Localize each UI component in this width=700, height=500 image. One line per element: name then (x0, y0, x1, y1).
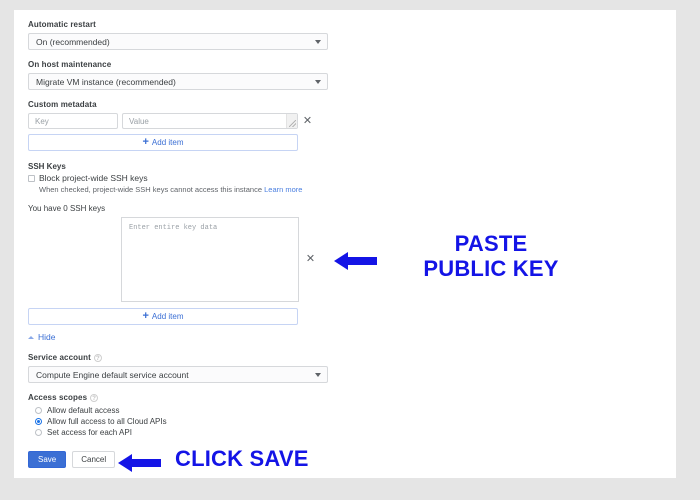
paste-key-line-1: PASTE (454, 231, 528, 256)
service-account-select[interactable]: Compute Engine default service account (28, 366, 328, 383)
service-account-field: Service account ? Compute Engine default… (28, 353, 328, 383)
block-ssh-keys-checkbox[interactable] (28, 175, 35, 182)
remove-ssh-key-button[interactable]: ✕ (305, 252, 316, 268)
access-scopes-section: Access scopes ? Allow default access All… (28, 393, 328, 437)
hide-label: Hide (38, 332, 56, 342)
metadata-key-placeholder: Key (35, 116, 49, 126)
on-host-maintenance-value: Migrate VM instance (recommended) (36, 76, 176, 87)
service-account-label-row: Service account ? (28, 353, 328, 362)
access-scopes-label: Access scopes (28, 393, 88, 402)
ssh-key-textarea[interactable]: Enter entire key data (121, 217, 299, 302)
automatic-restart-field: Automatic restart On (recommended) (28, 20, 328, 50)
block-ssh-keys-label: Block project-wide SSH keys (39, 173, 148, 183)
arrow-head (118, 454, 132, 472)
metadata-value-wrap: Value (122, 113, 298, 129)
radio-button[interactable] (35, 407, 42, 414)
metadata-value-placeholder: Value (129, 116, 149, 126)
ssh-keys-count: You have 0 SSH keys (28, 204, 328, 213)
access-scope-option-default[interactable]: Allow default access (28, 406, 328, 415)
service-account-label: Service account (28, 353, 91, 362)
custom-metadata-section: Custom metadata Key Value ✕ + Add item (28, 100, 328, 151)
arrow-head (334, 252, 348, 270)
plus-icon: + (142, 309, 149, 322)
access-scope-label: Allow full access to all Cloud APIs (47, 417, 167, 426)
arrow-shaft (131, 459, 161, 467)
paste-key-arrow-icon (334, 252, 377, 270)
vm-settings-form: Automatic restart On (recommended) On ho… (28, 20, 328, 468)
metadata-key-input[interactable]: Key (28, 113, 118, 129)
add-ssh-key-button[interactable]: + Add item (28, 308, 298, 325)
paste-public-key-annotation: PASTE PUBLIC KEY (388, 231, 594, 281)
paste-key-line-2: PUBLIC KEY (423, 256, 559, 281)
ssh-key-entry-row: Enter entire key data ✕ (28, 217, 328, 302)
learn-more-link[interactable]: Learn more (264, 185, 302, 194)
automatic-restart-label: Automatic restart (28, 20, 96, 29)
custom-metadata-label: Custom metadata (28, 100, 97, 109)
help-icon[interactable]: ? (90, 393, 99, 402)
plus-icon: + (142, 135, 149, 148)
chevron-up-icon (28, 335, 34, 339)
click-save-arrow-icon (118, 454, 161, 472)
chevron-down-icon (315, 39, 321, 44)
access-scope-option-full[interactable]: Allow full access to all Cloud APIs (28, 417, 328, 426)
hide-ssh-keys-button[interactable]: Hide (28, 332, 328, 342)
save-button[interactable]: Save (28, 451, 67, 468)
radio-button[interactable] (35, 429, 42, 436)
help-icon[interactable]: ? (93, 353, 102, 362)
automatic-restart-value: On (recommended) (36, 36, 110, 47)
resize-handle-icon[interactable] (286, 114, 297, 128)
click-save-annotation: CLICK SAVE (175, 446, 309, 471)
access-scope-option-each-api[interactable]: Set access for each API (28, 428, 328, 437)
on-host-maintenance-field: On host maintenance Migrate VM instance … (28, 60, 328, 90)
radio-button-selected[interactable] (35, 418, 42, 425)
on-host-maintenance-label: On host maintenance (28, 60, 112, 69)
block-ssh-keys-row[interactable]: Block project-wide SSH keys (28, 173, 328, 183)
ssh-keys-helper-copy: When checked, project-wide SSH keys cann… (39, 185, 263, 194)
add-metadata-item-button[interactable]: + Add item (28, 134, 298, 151)
ssh-keys-title: SSH Keys (28, 162, 66, 171)
access-scopes-label-row: Access scopes ? (28, 393, 328, 402)
add-metadata-item-label: Add item (151, 138, 184, 147)
add-ssh-key-label: Add item (151, 312, 184, 321)
metadata-row: Key Value ✕ (28, 113, 328, 129)
automatic-restart-select[interactable]: On (recommended) (28, 33, 328, 50)
chevron-down-icon (315, 372, 321, 377)
chevron-down-icon (315, 79, 321, 84)
ssh-keys-helper-text: When checked, project-wide SSH keys cann… (39, 185, 328, 194)
ssh-keys-section: SSH Keys Block project-wide SSH keys Whe… (28, 162, 328, 342)
cancel-button[interactable]: Cancel (72, 451, 116, 468)
ssh-keys-count-text: You have 0 SSH keys (28, 204, 106, 213)
service-account-value: Compute Engine default service account (36, 369, 189, 380)
access-scope-label: Set access for each API (47, 428, 132, 437)
metadata-value-input[interactable]: Value (122, 113, 298, 129)
access-scope-label: Allow default access (47, 406, 120, 415)
ssh-key-placeholder: Enter entire key data (129, 224, 218, 232)
on-host-maintenance-select[interactable]: Migrate VM instance (recommended) (28, 73, 328, 90)
arrow-shaft (347, 257, 377, 265)
remove-metadata-button[interactable]: ✕ (302, 113, 313, 129)
